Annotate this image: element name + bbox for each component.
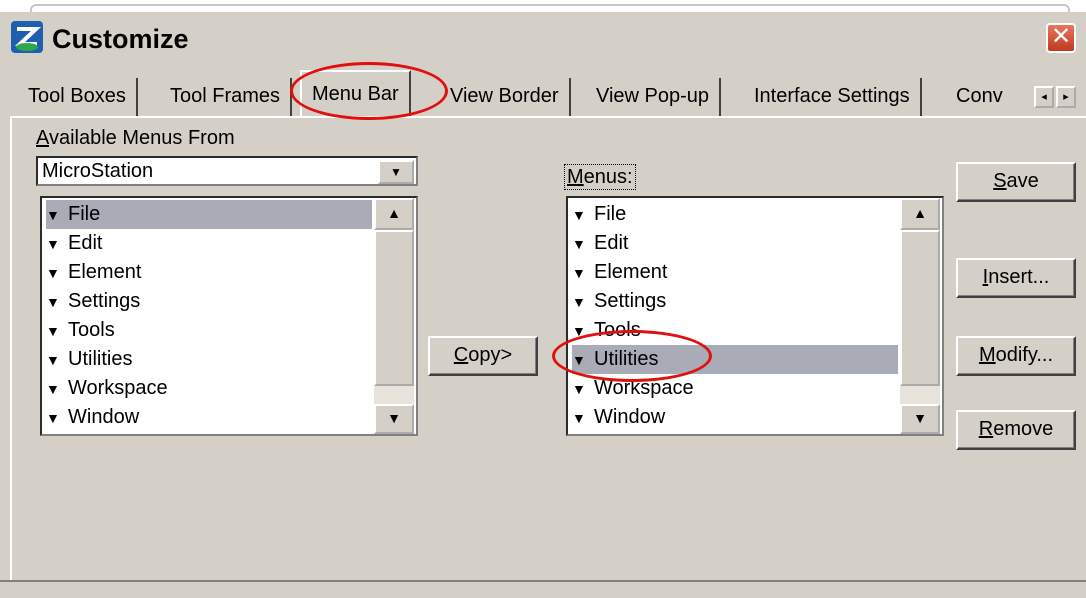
triangle-down-icon: ▼: [572, 265, 586, 281]
available-menus-list[interactable]: ▼ File ▼ Edit ▼ Element ▼ Settings ▼ Tools ▼ U…: [40, 196, 418, 436]
available-menus-dropdown[interactable]: MicroStation ▼: [36, 156, 418, 186]
modify-button[interactable]: Modify...: [956, 336, 1076, 376]
list-item-file[interactable]: ▼ File: [46, 200, 372, 229]
chevron-right-icon: ▸: [1063, 91, 1069, 103]
close-button[interactable]: ✕: [1046, 23, 1076, 53]
scroll-thumb[interactable]: [900, 230, 940, 386]
arrow-up-icon: ▲: [913, 205, 927, 221]
menus-label: Menus:: [564, 164, 636, 190]
arrow-up-icon: ▲: [387, 205, 401, 221]
triangle-down-icon: ▼: [572, 207, 586, 223]
chevron-left-icon: ◂: [1041, 91, 1047, 103]
window-top-strip: [0, 0, 1086, 12]
tab-panel-border: [10, 116, 1086, 118]
chevron-down-icon: ▼: [390, 165, 402, 179]
tab-menu-bar[interactable]: Menu Bar: [300, 70, 411, 118]
triangle-down-icon: ▼: [46, 265, 60, 281]
scroll-down-button[interactable]: ▼: [900, 404, 940, 434]
dropdown-button[interactable]: ▼: [378, 160, 414, 184]
status-bar: [0, 580, 1086, 598]
microstation-app-icon: [10, 20, 44, 54]
save-button[interactable]: Save: [956, 162, 1076, 202]
tab-panel-left-border: [10, 116, 12, 586]
triangle-down-icon: ▼: [572, 294, 586, 310]
triangle-down-icon: ▼: [46, 410, 60, 426]
triangle-down-icon: ▼: [46, 323, 60, 339]
tab-conv[interactable]: Conv: [946, 78, 1013, 116]
close-icon: ✕: [1050, 23, 1072, 50]
list-item-element[interactable]: ▼ Element: [46, 258, 141, 287]
triangle-down-icon: ▼: [46, 207, 60, 223]
list-item-workspace[interactable]: ▼ Workspace: [46, 374, 168, 403]
tab-tool-frames[interactable]: Tool Frames: [160, 78, 293, 116]
tab-interface-settings[interactable]: Interface Settings: [744, 78, 922, 116]
tab-tool-boxes[interactable]: Tool Boxes: [18, 78, 138, 116]
scroll-up-button[interactable]: ▲: [900, 198, 940, 230]
insert-button[interactable]: Insert...: [956, 258, 1076, 298]
list-item-tools[interactable]: ▼ Tools: [46, 316, 115, 345]
list-item-settings[interactable]: ▼ Settings: [572, 287, 666, 316]
dropdown-value: MicroStation: [42, 160, 154, 182]
list-item-window[interactable]: ▼ Window: [46, 403, 139, 432]
triangle-down-icon: ▼: [572, 352, 586, 368]
copy-button[interactable]: Copy>: [428, 336, 538, 376]
available-menus-label: Available Menus From: [36, 127, 235, 149]
list-item-element[interactable]: ▼ Element: [572, 258, 667, 287]
list-item-window[interactable]: ▼ Window: [572, 403, 665, 432]
tab-scroll-right-button[interactable]: ▸: [1056, 86, 1076, 108]
list-item-settings[interactable]: ▼ Settings: [46, 287, 140, 316]
menus-list[interactable]: ▼ File ▼ Edit ▼ Element ▼ Settings ▼ Tools ▼ U…: [566, 196, 944, 436]
arrow-down-icon: ▼: [913, 410, 927, 426]
scroll-down-button[interactable]: ▼: [374, 404, 414, 434]
list-item-edit[interactable]: ▼ Edit: [572, 229, 628, 258]
scrollbar[interactable]: ▲ ▼: [374, 198, 414, 434]
triangle-down-icon: ▼: [46, 294, 60, 310]
triangle-down-icon: ▼: [572, 410, 586, 426]
list-item-edit[interactable]: ▼ Edit: [46, 229, 102, 258]
triangle-down-icon: ▼: [572, 236, 586, 252]
triangle-down-icon: ▼: [46, 236, 60, 252]
remove-button[interactable]: Remove: [956, 410, 1076, 450]
list-item-utilities[interactable]: ▼ Utilities: [572, 345, 898, 374]
triangle-down-icon: ▼: [572, 323, 586, 339]
scroll-thumb[interactable]: [374, 230, 414, 386]
arrow-down-icon: ▼: [387, 410, 401, 426]
tab-view-pop-up[interactable]: View Pop-up: [586, 78, 722, 116]
tab-scroll-left-button[interactable]: ◂: [1034, 86, 1054, 108]
triangle-down-icon: ▼: [46, 352, 60, 368]
scroll-up-button[interactable]: ▲: [374, 198, 414, 230]
list-item-file[interactable]: ▼ File: [572, 200, 626, 229]
scrollbar[interactable]: ▲ ▼: [900, 198, 940, 434]
list-item-tools[interactable]: ▼ Tools: [572, 316, 641, 345]
list-item-workspace[interactable]: ▼ Workspace: [572, 374, 694, 403]
window-title: Customize: [52, 22, 189, 56]
list-item-utilities[interactable]: ▼ Utilities: [46, 345, 132, 374]
triangle-down-icon: ▼: [572, 381, 586, 397]
triangle-down-icon: ▼: [46, 381, 60, 397]
tab-view-border[interactable]: View Border: [440, 78, 571, 116]
